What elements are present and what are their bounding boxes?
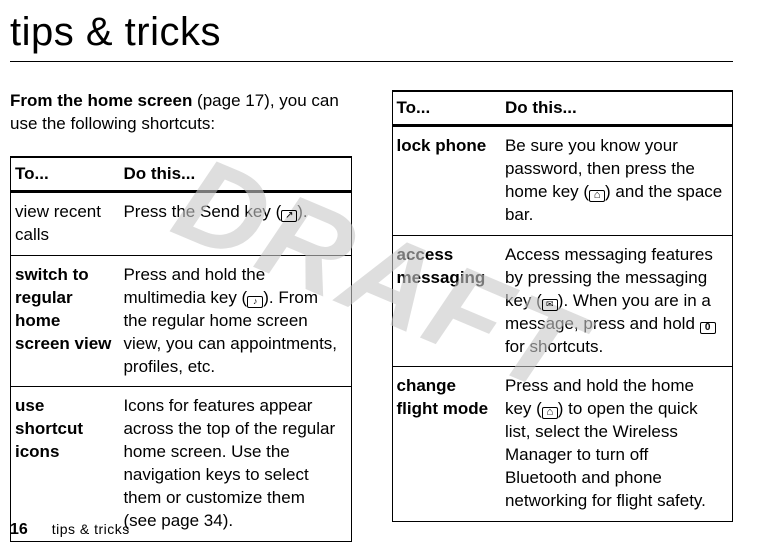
intro-text: From the home screen (page 17), you can … <box>10 90 352 136</box>
page-number: 16 <box>10 521 28 538</box>
left-table: To... Do this... view recent callsPress … <box>10 156 352 542</box>
page-footer: 16 tips & tricks <box>10 521 130 539</box>
zero-key-icon <box>700 322 716 334</box>
right-column: To... Do this... lock phoneBe sure you k… <box>392 90 734 542</box>
table-row: change flight modePress and hold the hom… <box>392 367 733 522</box>
cell-to: lock phone <box>392 126 501 236</box>
cell-do: Press the Send key (). <box>119 191 351 255</box>
msg-key-icon <box>542 299 558 311</box>
cell-do: Icons for features appear across the top… <box>119 387 351 542</box>
left-th-do: Do this... <box>119 157 351 192</box>
cell-to: switch to regular home screen view <box>11 255 120 387</box>
left-column: From the home screen (page 17), you can … <box>10 90 352 542</box>
home-key-icon <box>589 190 605 202</box>
cell-to: view recent calls <box>11 191 120 255</box>
left-th-to: To... <box>11 157 120 192</box>
cell-to: use shortcut icons <box>11 387 120 542</box>
right-th-do: Do this... <box>501 91 733 126</box>
table-row: use shortcut iconsIcons for features app… <box>11 387 352 542</box>
title-rule <box>10 61 733 62</box>
table-row: lock phoneBe sure you know your password… <box>392 126 733 236</box>
cell-do: Be sure you know your password, then pre… <box>501 126 733 236</box>
intro-bold: From the home screen <box>10 91 192 110</box>
right-th-to: To... <box>392 91 501 126</box>
table-row: view recent callsPress the Send key (). <box>11 191 352 255</box>
cell-to: access messaging <box>392 235 501 367</box>
content-columns: From the home screen (page 17), you can … <box>10 90 733 542</box>
table-row: access messagingAccess messaging feature… <box>392 235 733 367</box>
cell-do: Press and hold the multimedia key (). Fr… <box>119 255 351 387</box>
cell-do: Access messaging features by pressing th… <box>501 235 733 367</box>
table-row: switch to regular home screen viewPress … <box>11 255 352 387</box>
cell-to: change flight mode <box>392 367 501 522</box>
footer-section: tips & tricks <box>52 521 130 537</box>
send-key-icon <box>281 210 297 222</box>
mm-key-icon <box>247 296 263 308</box>
page-title: tips & tricks <box>10 10 733 55</box>
home-key-icon <box>542 407 558 419</box>
right-table: To... Do this... lock phoneBe sure you k… <box>392 90 734 522</box>
cell-do: Press and hold the home key () to open t… <box>501 367 733 522</box>
